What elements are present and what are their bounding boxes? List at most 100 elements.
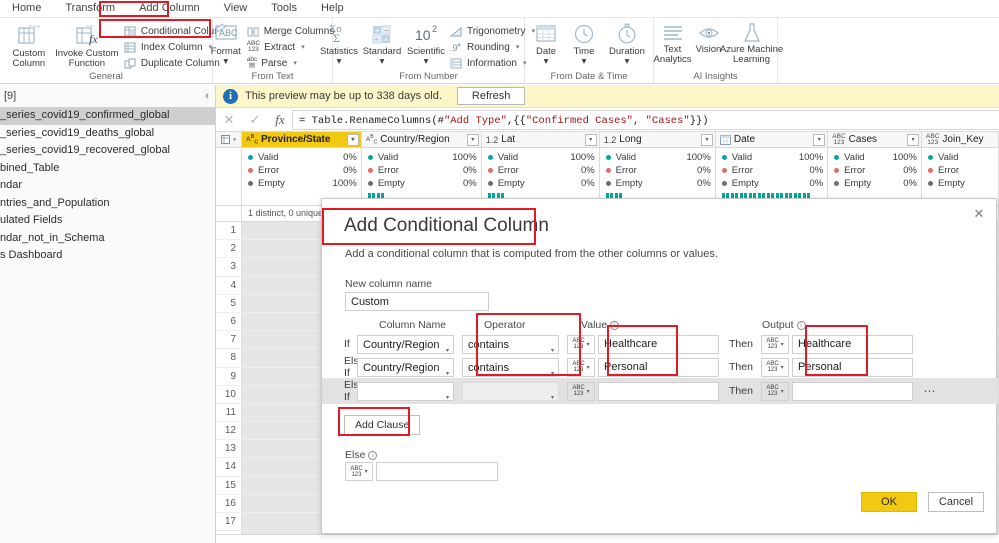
query-item-deaths-global[interactable]: _series_covid19_deaths_global [0,125,215,143]
cancel-button[interactable]: Cancel [928,492,984,512]
clause-2-operator-select[interactable]: contains ▾ [462,357,559,377]
clause-3-value-input[interactable] [598,381,719,401]
clause-1-value-type-button[interactable]: ABC 123 ▾ [567,334,595,354]
ribbon-button-time[interactable]: Time ▾ [565,20,603,67]
quality-line-error: Error 0% [721,164,823,177]
queries-pane-header: [9] ‹ [0,85,215,107]
info-icon: i [223,88,238,104]
ribbon-button-date[interactable]: Date ▾ [527,20,565,67]
column-filter-button[interactable]: ▾ [584,133,597,146]
ribbon-button-custom-column[interactable]: Custom Column [2,20,56,69]
quality-valid-pct: 100% [570,152,595,163]
row-number: 7 [216,331,242,349]
query-item-calendar[interactable]: ndar [0,177,215,195]
ribbon-tab-view[interactable]: View [212,0,260,17]
column-filter-button[interactable]: ▾ [346,133,359,146]
clause-3-more-options-icon[interactable]: ⋯ [919,384,941,398]
column-filter-button[interactable]: ▾ [466,133,479,146]
clause-1-operator-select[interactable]: contains ▾ [462,334,559,354]
clause-3-operator-select[interactable]: ▾ [462,381,559,401]
info-icon[interactable]: i [610,320,620,330]
else-value-input[interactable] [376,462,498,481]
ribbon-button-format[interactable]: ABC Format ▾ [207,20,245,67]
quality-empty-label: Empty [258,178,285,189]
chevron-down-icon: ▾ [364,469,368,475]
clause-3-value-type-button[interactable]: ABC 123 ▾ [567,381,595,401]
clause-2-output-type-button[interactable]: ABC 123 ▾ [761,357,789,377]
query-item-countries-and-population[interactable]: ntries_and_Population [0,195,215,213]
else-type-button[interactable]: ABC 123 ▾ [345,462,373,481]
formula-cancel-icon[interactable]: ✕ [216,112,242,128]
clause-2-output-input[interactable] [792,357,913,377]
clause-2-column-select[interactable]: Country/Region ▾ [357,357,454,377]
ribbon-tab-home[interactable]: Home [0,0,53,17]
clause-3-output-input[interactable] [792,381,913,401]
any-type-icon: ABC 123 [572,385,585,397]
quality-error-label: Error [615,165,637,176]
empty-dot-icon [367,181,373,186]
query-item-calculated-fields[interactable]: ulated Fields [0,212,215,230]
quality-line-valid: Valid [927,151,994,164]
info-icon[interactable]: i [796,320,806,330]
column-header-lat[interactable]: 1.2 Lat ▾ [481,132,600,147]
ribbon-button-azure-machine-learning[interactable]: Azure Machine Learning [720,20,783,65]
clause-1-output-type-button[interactable]: ABC 123 ▾ [761,334,789,354]
column-header-country-region[interactable]: ABC Country/Region ▾ [361,132,482,147]
ribbon-button-text-analytics[interactable]: Text Analytics [654,20,692,65]
column-filter-button[interactable]: ▾ [700,133,713,146]
column-filter-button[interactable]: ▾ [907,133,920,146]
column-header-long[interactable]: 1.2 Long ▾ [599,132,716,147]
formula-text-mid: ,{{ [506,114,526,127]
query-item-combined-table[interactable]: bined_Table [0,160,215,178]
quality-empty-label: Empty [497,178,525,189]
column-header-province-state[interactable]: ABC Province/State ▾ [242,132,362,147]
ribbon-button-scientific[interactable]: 10 2 Scientific ▾ [404,20,448,67]
clause-1-column-select[interactable]: Country/Region ▾ [357,334,454,354]
new-column-name-input[interactable] [345,292,489,311]
query-item-dashboard[interactable]: s Dashboard [0,247,215,265]
quality-line-valid: Valid 100% [834,151,917,164]
query-item-calendar-not-in-schema[interactable]: ndar_not_in_Schema [0,230,215,248]
formula-text-suffix: }}) [689,114,709,127]
statistics-icon: Χσ Σ [326,22,352,46]
clause-3-column-select[interactable]: ▾ [357,381,454,401]
column-header-join-key[interactable]: ABC 123 Join_Key [922,132,999,147]
ribbon-tab-tools[interactable]: Tools [259,0,309,17]
info-icon[interactable]: i [368,450,378,460]
azure-ml-icon [739,22,765,44]
clause-1-output-input[interactable] [792,334,913,354]
ok-button[interactable]: OK [861,492,917,512]
clause-1-value-input[interactable] [598,334,719,354]
formula-accept-icon[interactable]: ✓ [242,112,268,128]
ribbon-button-rounding-label: Rounding [466,41,510,53]
select-all-icon[interactable]: ▾ [216,132,242,147]
clause-3-output-type-button[interactable]: ABC 123 ▾ [761,381,789,401]
chevron-down-icon: ▾ [780,364,784,371]
row-number: 6 [216,312,242,331]
column-filter-button[interactable]: ▾ [813,133,826,146]
clause-2-value-input[interactable] [598,357,719,377]
ribbon-button-standard[interactable]: + − ÷ × Standard ▾ [360,20,404,67]
ribbon-tab-add-column[interactable]: Add Column [127,0,212,17]
empty-dot-icon [721,181,727,186]
query-item-confirmed-global[interactable]: _series_covid19_confirmed_global [0,107,215,125]
ribbon-button-statistics-label: Statistics ▾ [319,46,358,67]
clause-2-column-value: Country/Region [363,361,440,374]
refresh-button[interactable]: Refresh [456,87,526,105]
close-icon[interactable]: ✕ [970,205,988,223]
quality-error-label: Error [377,165,399,176]
quality-error-pct: 0% [903,165,917,176]
add-clause-button[interactable]: Add Clause [344,415,421,435]
ribbon-tab-transform[interactable]: Transform [53,0,127,17]
ribbon-button-duration[interactable]: Duration ▾ [603,20,651,67]
preview-notification-message: This preview may be up to 338 days old. [245,90,442,102]
column-header-date[interactable]: Date ▾ [715,132,829,147]
ribbon-button-invoke-custom-function[interactable]: fx Invoke Custom Function [55,20,119,69]
ribbon-tab-help[interactable]: Help [309,0,356,17]
query-item-recovered-global[interactable]: _series_covid19_recovered_global [0,142,215,160]
ribbon-button-statistics[interactable]: Χσ Σ Statistics ▾ [318,20,360,67]
column-header-cases[interactable]: ABC 123 Cases ▾ [828,132,923,147]
formula-input[interactable]: = Table.RenameColumns(#"Add Type",{{"Con… [292,109,999,130]
chevron-left-icon[interactable]: ‹ [205,90,209,102]
clause-2-value-type-button[interactable]: ABC 123 ▾ [567,357,595,377]
